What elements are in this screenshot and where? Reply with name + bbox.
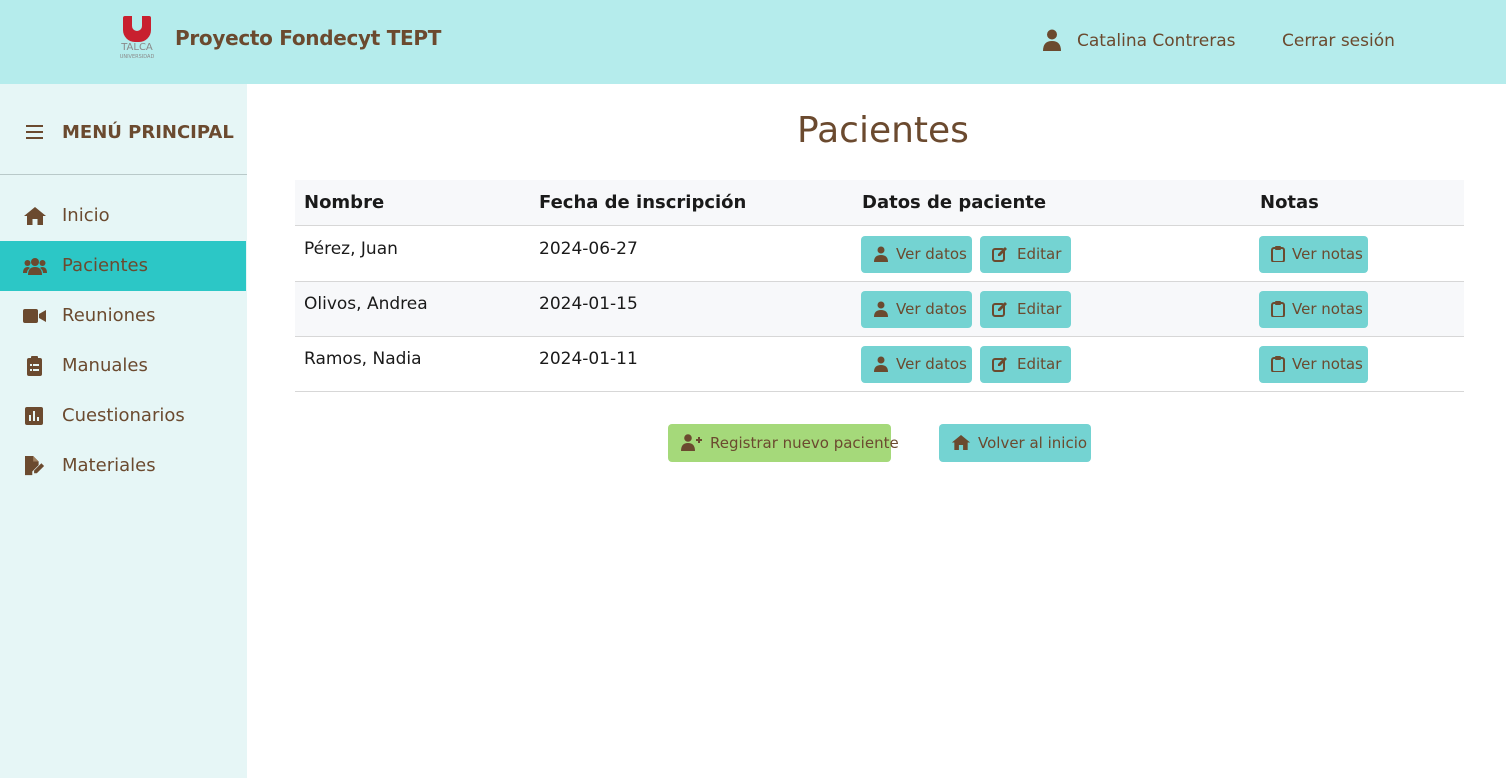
sidebar-item-label: Pacientes bbox=[62, 255, 148, 276]
user-icon bbox=[874, 246, 888, 262]
column-header-datos: Datos de paciente bbox=[862, 192, 1047, 213]
sidebar-item-manuales[interactable]: Manuales bbox=[0, 341, 246, 391]
logo-text: TALCA bbox=[121, 42, 153, 53]
patient-date: 2024-01-11 bbox=[539, 349, 638, 369]
edit-button[interactable]: Editar bbox=[980, 291, 1071, 328]
menu-header: MENÚ PRINCIPAL bbox=[0, 84, 247, 175]
button-label: Ver notas bbox=[1292, 300, 1363, 318]
view-data-button[interactable]: Ver datos bbox=[861, 346, 972, 383]
clipboard-icon bbox=[1271, 246, 1285, 262]
button-label: Volver al inicio bbox=[978, 434, 1088, 452]
clipboard-icon bbox=[1271, 356, 1285, 372]
menu-title: MENÚ PRINCIPAL bbox=[62, 122, 234, 143]
column-header-notas: Notas bbox=[1260, 192, 1319, 213]
button-label: Registrar nuevo paciente bbox=[710, 434, 899, 452]
edit-icon bbox=[992, 247, 1007, 262]
file-edit-icon bbox=[25, 456, 45, 476]
button-label: Editar bbox=[1017, 300, 1062, 318]
home-icon bbox=[24, 207, 46, 225]
sidebar-item-label: Materiales bbox=[62, 455, 156, 476]
edit-button[interactable]: Editar bbox=[980, 236, 1071, 273]
view-data-button[interactable]: Ver datos bbox=[861, 236, 972, 273]
view-notes-button[interactable]: Ver notas bbox=[1259, 346, 1368, 383]
button-label: Ver datos bbox=[896, 245, 967, 263]
user-name[interactable]: Catalina Contreras bbox=[1077, 31, 1235, 51]
hamburger-icon[interactable] bbox=[26, 125, 43, 139]
table-row: Ramos, Nadia 2024-01-11 Ver datos Editar… bbox=[295, 337, 1464, 392]
sidebar-item-pacientes[interactable]: Pacientes bbox=[0, 241, 246, 291]
user-icon bbox=[874, 301, 888, 317]
app-title: Proyecto Fondecyt TEPT bbox=[175, 26, 442, 50]
button-label: Ver datos bbox=[896, 355, 967, 373]
logout-link[interactable]: Cerrar sesión bbox=[1282, 31, 1395, 51]
clipboard-list-icon bbox=[27, 356, 42, 376]
home-icon bbox=[951, 435, 971, 450]
page-title: Pacientes bbox=[797, 110, 969, 151]
sidebar-item-label: Manuales bbox=[62, 355, 148, 376]
sidebar-item-inicio[interactable]: Inicio bbox=[0, 191, 246, 241]
users-icon bbox=[23, 258, 47, 275]
sidebar-item-materiales[interactable]: Materiales bbox=[0, 441, 246, 491]
patient-name: Pérez, Juan bbox=[304, 239, 398, 259]
sidebar-item-label: Inicio bbox=[62, 205, 110, 226]
view-notes-button[interactable]: Ver notas bbox=[1259, 291, 1368, 328]
button-label: Editar bbox=[1017, 355, 1062, 373]
user-plus-icon bbox=[681, 434, 702, 451]
button-label: Ver datos bbox=[896, 300, 967, 318]
logo-mark bbox=[123, 16, 151, 42]
sidebar-item-label: Cuestionarios bbox=[62, 405, 185, 426]
button-label: Editar bbox=[1017, 245, 1062, 263]
user-icon bbox=[874, 356, 888, 372]
sidebar: MENÚ PRINCIPAL Inicio Pacientes Reunione… bbox=[0, 84, 247, 778]
patient-date: 2024-01-15 bbox=[539, 294, 638, 314]
button-label: Ver notas bbox=[1292, 355, 1363, 373]
sidebar-item-reuniones[interactable]: Reuniones bbox=[0, 291, 246, 341]
table-header: Nombre Fecha de inscripción Datos de pac… bbox=[295, 180, 1464, 226]
edit-button[interactable]: Editar bbox=[980, 346, 1071, 383]
patient-date: 2024-06-27 bbox=[539, 239, 638, 259]
video-icon bbox=[23, 309, 46, 323]
edit-icon bbox=[992, 357, 1007, 372]
sidebar-item-cuestionarios[interactable]: Cuestionarios bbox=[0, 391, 246, 441]
back-home-button[interactable]: Volver al inicio bbox=[939, 424, 1091, 462]
logo-subtext: UNIVERSIDAD bbox=[119, 54, 155, 60]
university-logo: TALCA UNIVERSIDAD bbox=[117, 16, 157, 66]
clipboard-icon bbox=[1271, 301, 1285, 317]
column-header-fecha: Fecha de inscripción bbox=[539, 192, 747, 213]
user-icon bbox=[1043, 29, 1061, 51]
view-notes-button[interactable]: Ver notas bbox=[1259, 236, 1368, 273]
button-label: Ver notas bbox=[1292, 245, 1363, 263]
table-row: Olivos, Andrea 2024-01-15 Ver datos Edit… bbox=[295, 282, 1464, 337]
top-header: TALCA UNIVERSIDAD Proyecto Fondecyt TEPT… bbox=[0, 0, 1506, 84]
register-patient-button[interactable]: Registrar nuevo paciente bbox=[668, 424, 899, 462]
table-row: Pérez, Juan 2024-06-27 Ver datos Editar … bbox=[295, 227, 1464, 282]
sidebar-item-label: Reuniones bbox=[62, 305, 156, 326]
chart-icon bbox=[25, 407, 43, 425]
patient-name: Ramos, Nadia bbox=[304, 349, 422, 369]
patient-name: Olivos, Andrea bbox=[304, 294, 428, 314]
column-header-nombre: Nombre bbox=[304, 192, 385, 213]
edit-icon bbox=[992, 302, 1007, 317]
view-data-button[interactable]: Ver datos bbox=[861, 291, 972, 328]
